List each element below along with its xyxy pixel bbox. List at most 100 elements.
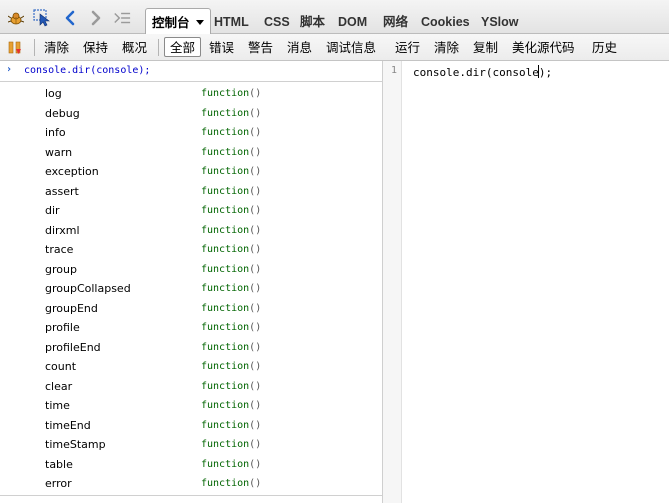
tab-label: 控制台 <box>152 16 190 30</box>
command-editor-panel[interactable]: 1 console.dir(console); <box>383 61 669 503</box>
property-row[interactable]: exception function() <box>0 163 382 182</box>
tab-css[interactable]: CSS <box>264 12 290 32</box>
property-row[interactable]: table function() <box>0 456 382 475</box>
filter-errors-button[interactable]: 错误 <box>209 39 234 56</box>
property-row[interactable]: groupCollapsed function() <box>0 280 382 299</box>
code-editor[interactable]: console.dir(console); <box>413 65 552 79</box>
property-value: function <box>201 439 250 450</box>
property-name: groupCollapsed <box>45 282 131 295</box>
history-button[interactable]: 历史 <box>592 39 617 56</box>
property-row[interactable]: profile function() <box>0 319 382 338</box>
property-name: error <box>45 477 72 490</box>
property-value-link[interactable]: function() <box>201 439 261 450</box>
property-row[interactable]: groupEnd function() <box>0 300 382 319</box>
property-value-link[interactable]: function() <box>201 420 261 431</box>
tab-bar: 控制台 HTML CSS 脚本 DOM 网络 Cookies YSlow <box>0 0 669 34</box>
persist-button[interactable]: 保持 <box>83 39 108 56</box>
parentheses: () <box>249 107 262 119</box>
run-button[interactable]: 运行 <box>395 39 420 56</box>
parentheses: () <box>249 439 262 450</box>
filter-all-button[interactable]: 全部 <box>164 37 202 57</box>
property-value-link[interactable]: function() <box>201 459 261 470</box>
property-row[interactable]: time function() <box>0 397 382 416</box>
dropdown-arrow-icon[interactable] <box>196 9 204 35</box>
property-name: time <box>45 399 70 412</box>
property-value-link[interactable]: function() <box>201 108 261 119</box>
editor-clear-button[interactable]: 清除 <box>434 39 459 56</box>
property-value-link[interactable]: function() <box>201 322 261 333</box>
console-toolbar: 清除 保持 概况 全部 错误 警告 消息 调试信息 运行 清除 复制 美化源代码… <box>0 34 669 61</box>
property-row[interactable]: profileEnd function() <box>0 339 382 358</box>
property-value-link[interactable]: function() <box>201 283 261 294</box>
property-row[interactable]: timeEnd function() <box>0 417 382 436</box>
parentheses: () <box>249 361 262 372</box>
prettify-button[interactable]: 美化源代码 <box>512 39 575 56</box>
tab-html[interactable]: HTML <box>214 12 249 32</box>
parentheses: () <box>249 185 262 197</box>
property-row[interactable]: log function() <box>0 85 382 104</box>
property-value: function <box>201 361 250 372</box>
property-value-link[interactable]: function() <box>201 303 261 314</box>
property-value-link[interactable]: function() <box>201 147 261 158</box>
property-name: group <box>45 262 77 276</box>
pause-icon[interactable] <box>6 38 24 56</box>
property-value-link[interactable]: function() <box>201 342 261 353</box>
property-value-link[interactable]: function() <box>201 225 261 236</box>
tab-console[interactable]: 控制台 <box>145 8 211 34</box>
tab-script[interactable]: 脚本 <box>300 12 325 32</box>
property-name: timeStamp <box>45 438 106 451</box>
property-value: function <box>201 244 250 255</box>
tab-yslow[interactable]: YSlow <box>481 12 519 32</box>
filter-debug-button[interactable]: 调试信息 <box>326 39 376 56</box>
property-value-link[interactable]: function() <box>201 205 261 216</box>
profile-button[interactable]: 概况 <box>122 39 147 56</box>
tab-cookies[interactable]: Cookies <box>421 12 470 32</box>
property-value-link[interactable]: function() <box>201 186 261 197</box>
property-row[interactable]: debug function() <box>0 105 382 124</box>
firebug-icon[interactable] <box>7 9 25 27</box>
property-value-link[interactable]: function() <box>201 478 261 489</box>
property-value-link[interactable]: function() <box>201 244 261 255</box>
filter-warnings-button[interactable]: 警告 <box>248 39 273 56</box>
line-number-gutter: 1 <box>383 61 402 503</box>
property-value-link[interactable]: function() <box>201 381 261 392</box>
clear-button[interactable]: 清除 <box>44 39 69 56</box>
property-row[interactable]: group function() <box>0 261 382 280</box>
property-row[interactable]: info function() <box>0 124 382 143</box>
property-row[interactable]: count function() <box>0 358 382 377</box>
property-value-link[interactable]: function() <box>201 166 261 177</box>
property-value-link[interactable]: function() <box>201 127 261 138</box>
forward-arrow-icon[interactable] <box>87 9 105 27</box>
parentheses: () <box>249 283 262 294</box>
command-line-icon[interactable] <box>113 9 131 27</box>
tab-net[interactable]: 网络 <box>383 12 408 32</box>
property-value: function <box>201 341 250 353</box>
property-row[interactable]: dir function() <box>0 202 382 221</box>
property-value: function <box>201 458 250 470</box>
property-value: function <box>201 400 250 411</box>
parentheses: () <box>249 458 262 470</box>
property-name: log <box>45 87 62 100</box>
property-value-link[interactable]: function() <box>201 264 261 275</box>
parentheses: () <box>249 224 262 236</box>
inspect-icon[interactable] <box>33 9 51 27</box>
property-row[interactable]: clear function() <box>0 378 382 397</box>
property-row[interactable]: dirxml function() <box>0 222 382 241</box>
property-name: count <box>45 360 77 373</box>
property-row[interactable]: warn function() <box>0 144 382 163</box>
property-row[interactable]: assert function() <box>0 183 382 202</box>
copy-button[interactable]: 复制 <box>473 39 498 56</box>
property-value-link[interactable]: function() <box>201 400 261 411</box>
property-name: debug <box>45 106 80 120</box>
property-value-link[interactable]: function() <box>201 361 261 372</box>
divider <box>0 495 382 496</box>
parentheses: () <box>249 205 262 216</box>
property-value-link[interactable]: function() <box>201 88 261 99</box>
property-row[interactable]: trace function() <box>0 241 382 260</box>
back-arrow-icon[interactable] <box>61 9 79 27</box>
property-row[interactable]: error function() <box>0 475 382 494</box>
property-row[interactable]: timeStamp function() <box>0 436 382 455</box>
filter-info-button[interactable]: 消息 <box>287 39 312 56</box>
tab-dom[interactable]: DOM <box>338 12 367 32</box>
parentheses: () <box>249 478 262 489</box>
